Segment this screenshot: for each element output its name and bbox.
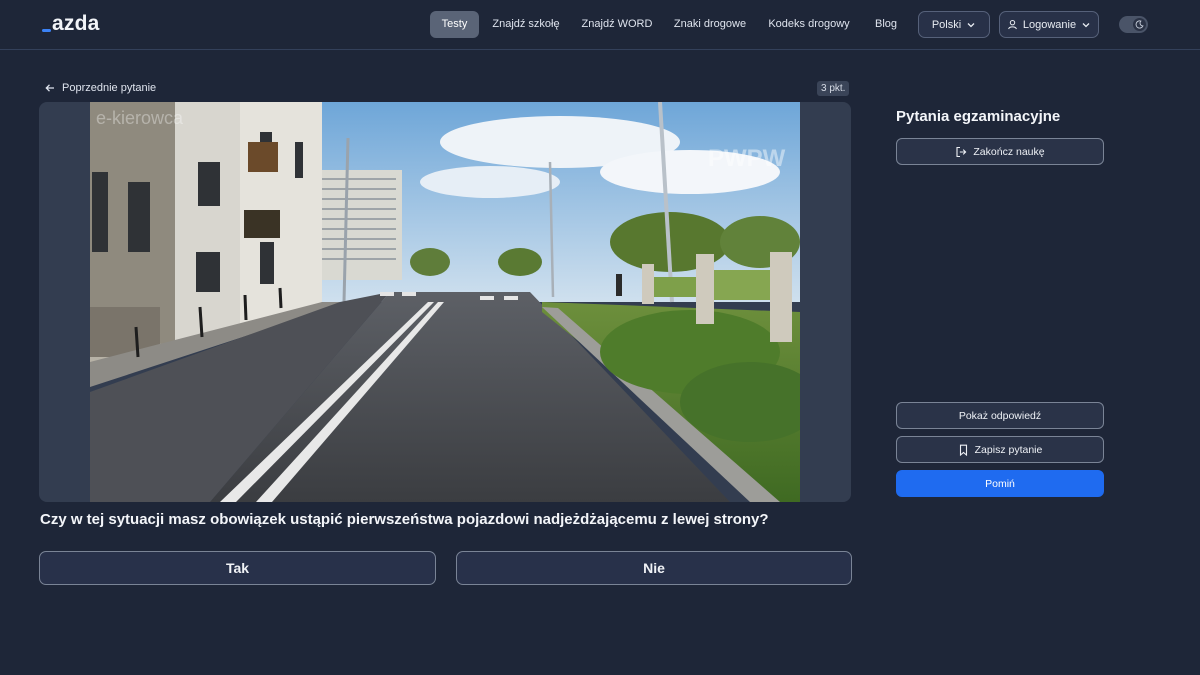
nav-item-testy[interactable]: Testy — [430, 11, 479, 38]
question-media: e-kierowca PWPW — [39, 102, 851, 502]
arrow-left-icon — [45, 84, 54, 92]
save-question-button[interactable]: Zapisz pytanie — [896, 436, 1104, 463]
answer-button-tak[interactable]: Tak — [39, 551, 436, 585]
nav-item-znajdz-szkole[interactable]: Znajdź szkołę — [488, 11, 564, 38]
sidebar-title: Pytania egzaminacyjne — [896, 108, 1061, 125]
nav-item-znajdz-word[interactable]: Znajdź WORD — [578, 11, 656, 38]
skip-label: Pomiń — [985, 477, 1015, 490]
question-image: e-kierowca PWPW — [90, 102, 800, 502]
moon-icon — [1133, 18, 1146, 31]
nav-item-znaki-drogowe[interactable]: Znaki drogowe — [670, 11, 750, 38]
language-label: Polski — [931, 18, 962, 31]
nav-item-blog[interactable]: Blog — [868, 11, 904, 38]
user-icon — [1008, 19, 1017, 30]
login-button[interactable]: Logowanie — [999, 11, 1099, 38]
theme-toggle[interactable] — [1119, 16, 1148, 33]
chevron-down-icon — [1082, 22, 1090, 27]
answer-button-nie[interactable]: Nie — [456, 551, 852, 585]
bookmark-icon — [959, 444, 967, 456]
top-navigation-bar: azda Testy Znajdź szkołę Znajdź WORD Zna… — [0, 0, 1200, 50]
previous-question-label: Poprzednie pytanie — [62, 82, 157, 94]
main-nav: Testy Znajdź szkołę Znajdź WORD Znaki dr… — [0, 11, 1200, 39]
logout-icon — [956, 146, 967, 157]
show-answer-button[interactable]: Pokaż odpowiedź — [896, 402, 1104, 429]
image-watermark-right: PWPW — [708, 145, 786, 172]
end-learning-label: Zakończ naukę — [973, 145, 1045, 158]
show-answer-label: Pokaż odpowiedź — [958, 409, 1042, 422]
previous-question-link[interactable]: Poprzednie pytanie — [44, 80, 156, 96]
end-learning-button[interactable]: Zakończ naukę — [896, 138, 1104, 165]
points-badge: 3 pkt. — [817, 81, 850, 96]
nav-item-kodeks-drogowy[interactable]: Kodeks drogowy — [764, 11, 854, 38]
chevron-down-icon — [967, 22, 975, 27]
skip-button[interactable]: Pomiń — [896, 470, 1104, 497]
image-watermark-left: e-kierowca — [96, 108, 184, 128]
question-text: Czy w tej sytuacji masz obowiązek ustąpi… — [40, 511, 769, 528]
save-question-label: Zapisz pytanie — [974, 443, 1043, 456]
language-select[interactable]: Polski — [918, 11, 990, 38]
login-label: Logowanie — [1022, 18, 1077, 31]
